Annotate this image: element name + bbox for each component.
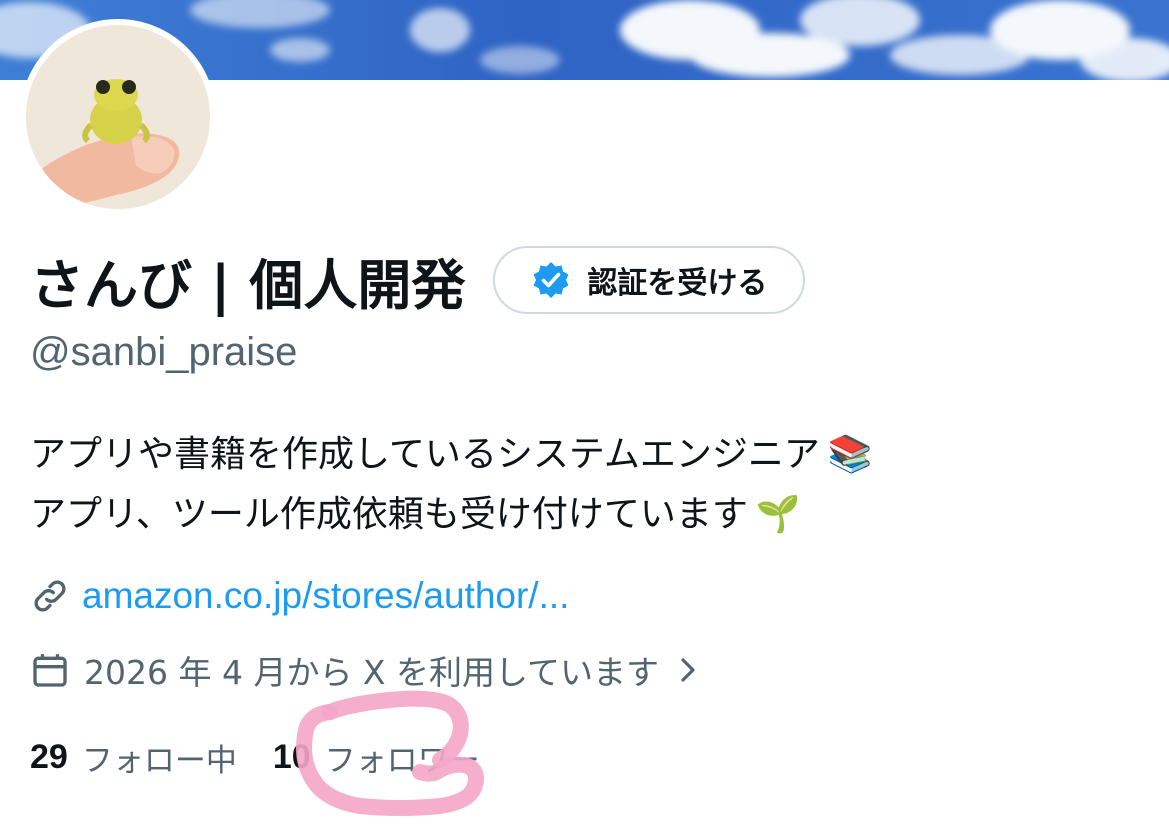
display-name-row: さんび | 個人開発 認証を受ける	[30, 240, 806, 320]
link-icon	[30, 576, 70, 616]
seedling-emoji-icon: 🌱	[755, 494, 801, 535]
calendar-icon	[30, 650, 70, 690]
following-link[interactable]: 29 フォロー中	[30, 735, 237, 780]
website-link[interactable]: amazon.co.jp/stores/author/...	[82, 575, 569, 617]
joined-date-text: 2026 年 4 月から X を利用しています	[84, 653, 660, 692]
following-count: 29	[30, 737, 68, 776]
bio-line-text: アプリや書籍を作成しているシステムエンジニア	[30, 434, 820, 475]
get-verified-button[interactable]: 認証を受ける	[493, 246, 806, 314]
chevron-right-icon	[675, 655, 701, 685]
follow-stats: 29 フォロー中 10 フォロワー	[30, 734, 480, 780]
bio-line: アプリや書籍を作成しているシステムエンジニア 📚	[30, 425, 873, 485]
display-name: さんび | 個人開発	[30, 253, 466, 317]
following-label: フォロー中	[81, 742, 237, 779]
bio-line: アプリ、ツール作成依頼も受け付けています 🌱	[30, 485, 873, 545]
avatar-image	[26, 25, 210, 209]
website-row: amazon.co.jp/stores/author/...	[30, 574, 569, 618]
profile-bio: アプリや書籍を作成しているシステムエンジニア 📚 アプリ、ツール作成依頼も受け付け…	[30, 425, 873, 545]
get-verified-label: 認証を受ける	[587, 266, 768, 301]
joined-date-row[interactable]: 2026 年 4 月から X を利用しています	[30, 648, 701, 692]
bio-line-text: アプリ、ツール作成依頼も受け付けています	[30, 494, 748, 535]
followers-count: 10	[272, 737, 311, 776]
avatar[interactable]	[20, 19, 216, 215]
user-handle: @sanbi_praise	[30, 330, 298, 374]
verified-badge-icon	[531, 260, 571, 300]
followers-label: フォロワー	[324, 742, 480, 779]
followers-link[interactable]: 10 フォロワー	[273, 735, 480, 780]
books-emoji-icon: 📚	[827, 434, 873, 475]
